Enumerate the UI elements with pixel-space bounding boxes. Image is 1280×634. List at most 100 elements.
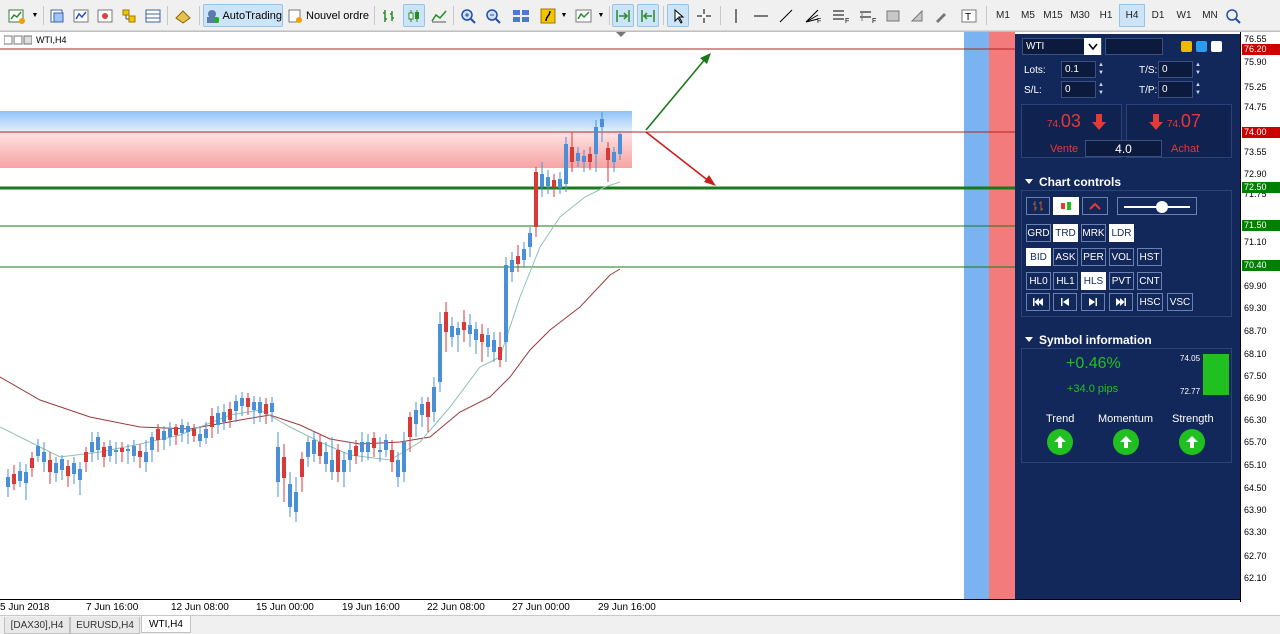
chart-tab[interactable]: WTI,H4 bbox=[141, 616, 191, 633]
trd-button[interactable]: TRD bbox=[1053, 224, 1078, 242]
cnt-button[interactable]: CNT bbox=[1137, 272, 1162, 290]
chart-shift-icon[interactable] bbox=[637, 4, 659, 27]
ldr-button[interactable]: LDR bbox=[1109, 224, 1134, 242]
candle-body bbox=[234, 401, 238, 411]
vertical-line-icon[interactable] bbox=[725, 4, 747, 27]
pencil-icon[interactable] bbox=[930, 4, 952, 27]
lots-input[interactable]: 0.1 bbox=[1061, 61, 1096, 78]
zoom-slider[interactable] bbox=[1117, 197, 1197, 215]
symbol-info-header[interactable]: Symbol information bbox=[1021, 331, 1232, 349]
symbol-search-input[interactable] bbox=[1105, 38, 1163, 55]
per-button[interactable]: PER bbox=[1081, 248, 1106, 266]
timeframe-h1[interactable]: H1 bbox=[1093, 4, 1119, 27]
trend-up-icon bbox=[1047, 429, 1073, 455]
time-label: 12 Jun 08:00 bbox=[171, 602, 229, 613]
timeframe-m1[interactable]: M1 bbox=[990, 4, 1016, 27]
profiles-icon[interactable] bbox=[46, 4, 68, 27]
trendline-icon[interactable] bbox=[775, 4, 797, 27]
chart-window[interactable]: WTI,H4 WTI Lots: 0.1 ▲ ▼ T/S: 0 ▲ ▼ S/L: 0… bbox=[0, 31, 1280, 616]
auto-scroll-icon[interactable] bbox=[612, 4, 634, 27]
crosshair-icon[interactable] bbox=[693, 4, 715, 27]
hl0-button[interactable]: HL0 bbox=[1026, 272, 1051, 290]
svg-text:F: F bbox=[817, 18, 821, 24]
price-label: 64.50 bbox=[1244, 483, 1267, 493]
trailing-stop-stepper[interactable]: ▲ ▼ bbox=[1194, 62, 1202, 77]
market-watch-icon[interactable] bbox=[70, 4, 92, 27]
horizontal-line-icon[interactable] bbox=[750, 4, 772, 27]
timeframe-mn[interactable]: MN bbox=[1197, 4, 1223, 27]
trailing-stop-input[interactable]: 0 bbox=[1158, 61, 1193, 78]
templates-icon[interactable] bbox=[572, 4, 596, 27]
mrk-button[interactable]: MRK bbox=[1081, 224, 1106, 242]
scroll-forward-button[interactable] bbox=[1081, 293, 1105, 311]
bid-button[interactable]: BID bbox=[1026, 248, 1051, 266]
pvt-button[interactable]: PVT bbox=[1109, 272, 1134, 290]
bar-chart-icon[interactable] bbox=[378, 4, 400, 27]
new-chart-dropdown-icon[interactable]: ▼ bbox=[30, 4, 40, 27]
chart-controls-header[interactable]: Chart controls bbox=[1021, 173, 1232, 191]
candlestick-chart-icon[interactable] bbox=[403, 4, 425, 27]
scroll-back-button[interactable] bbox=[1053, 293, 1077, 311]
fibonacci-retracement-icon[interactable]: F bbox=[828, 4, 854, 27]
timeframe-w1[interactable]: W1 bbox=[1171, 4, 1197, 27]
zoom-out-icon[interactable] bbox=[482, 4, 504, 27]
new-chart-icon[interactable] bbox=[4, 4, 30, 27]
search-icon[interactable] bbox=[1222, 4, 1244, 27]
hsc-button[interactable]: HSC bbox=[1137, 293, 1163, 311]
price-label: 69.90 bbox=[1244, 281, 1267, 291]
timeframe-d1[interactable]: D1 bbox=[1145, 4, 1171, 27]
fibonacci-fan-icon[interactable]: F bbox=[800, 4, 826, 27]
strategy-tester-icon[interactable] bbox=[171, 4, 195, 27]
line-style-button[interactable] bbox=[1082, 197, 1108, 215]
settings-icon[interactable] bbox=[1196, 41, 1207, 52]
hl1-button[interactable]: HL1 bbox=[1053, 272, 1078, 290]
cursor-icon[interactable] bbox=[667, 4, 689, 27]
stop-loss-stepper[interactable]: ▲ ▼ bbox=[1097, 82, 1105, 97]
rectangle-icon[interactable] bbox=[882, 4, 904, 27]
timeframe-h4[interactable]: H4 bbox=[1119, 4, 1145, 27]
indicators-dropdown-icon[interactable]: ▼ bbox=[559, 4, 569, 27]
vol-button[interactable]: VOL bbox=[1109, 248, 1134, 266]
candle-style-button[interactable] bbox=[1053, 197, 1079, 215]
indicators-icon[interactable] bbox=[537, 4, 559, 27]
fibonacci-expansion-icon[interactable]: F bbox=[855, 4, 881, 27]
trailing-stop-label: T/S: bbox=[1139, 65, 1158, 76]
ask-button[interactable]: ASK bbox=[1053, 248, 1078, 266]
scroll-first-button[interactable] bbox=[1026, 293, 1050, 311]
new-order-button[interactable]: Nouvel ordre bbox=[286, 4, 370, 27]
symbol-dropdown-icon[interactable] bbox=[1084, 38, 1101, 55]
time-label: 5 Jun 2018 bbox=[0, 602, 50, 613]
timeframe-m30[interactable]: M30 bbox=[1067, 4, 1093, 27]
candle-body bbox=[318, 442, 322, 456]
copy-icon[interactable] bbox=[1181, 41, 1192, 52]
timeframe-m5[interactable]: M5 bbox=[1015, 4, 1041, 27]
candle-body bbox=[516, 256, 520, 264]
chart-tab[interactable]: EURUSD,H4 bbox=[70, 617, 140, 634]
chart-tab[interactable]: [DAX30],H4 bbox=[4, 617, 70, 634]
line-chart-icon[interactable] bbox=[428, 4, 450, 27]
text-label-icon[interactable]: T bbox=[957, 4, 981, 27]
hls-button[interactable]: HLS bbox=[1081, 272, 1106, 290]
timeframe-m15[interactable]: M15 bbox=[1040, 4, 1066, 27]
navigator-icon[interactable] bbox=[118, 4, 140, 27]
zoom-slider-handle[interactable] bbox=[1156, 201, 1168, 213]
templates-dropdown-icon[interactable]: ▼ bbox=[596, 4, 606, 27]
take-profit-input[interactable]: 0 bbox=[1158, 81, 1193, 98]
grd-button[interactable]: GRD bbox=[1026, 224, 1051, 242]
triangle-icon[interactable] bbox=[906, 4, 928, 27]
zoom-in-icon[interactable] bbox=[457, 4, 479, 27]
take-profit-value: 0 bbox=[1162, 84, 1168, 95]
autotrading-button[interactable]: AutoTrading bbox=[203, 4, 283, 27]
hst-button[interactable]: HST bbox=[1137, 248, 1162, 266]
tile-windows-icon[interactable] bbox=[508, 4, 534, 27]
data-window-icon[interactable] bbox=[94, 4, 116, 27]
bar-style-button[interactable] bbox=[1026, 197, 1050, 215]
scroll-last-button[interactable] bbox=[1109, 293, 1133, 311]
terminal-icon[interactable] bbox=[142, 4, 164, 27]
close-icon[interactable] bbox=[1211, 41, 1222, 52]
stop-loss-input[interactable]: 0 bbox=[1061, 81, 1096, 98]
vsc-button[interactable]: VSC bbox=[1167, 293, 1193, 311]
take-profit-stepper[interactable]: ▲ ▼ bbox=[1194, 82, 1202, 97]
candle-body bbox=[558, 179, 562, 188]
lots-stepper[interactable]: ▲ ▼ bbox=[1097, 62, 1105, 77]
